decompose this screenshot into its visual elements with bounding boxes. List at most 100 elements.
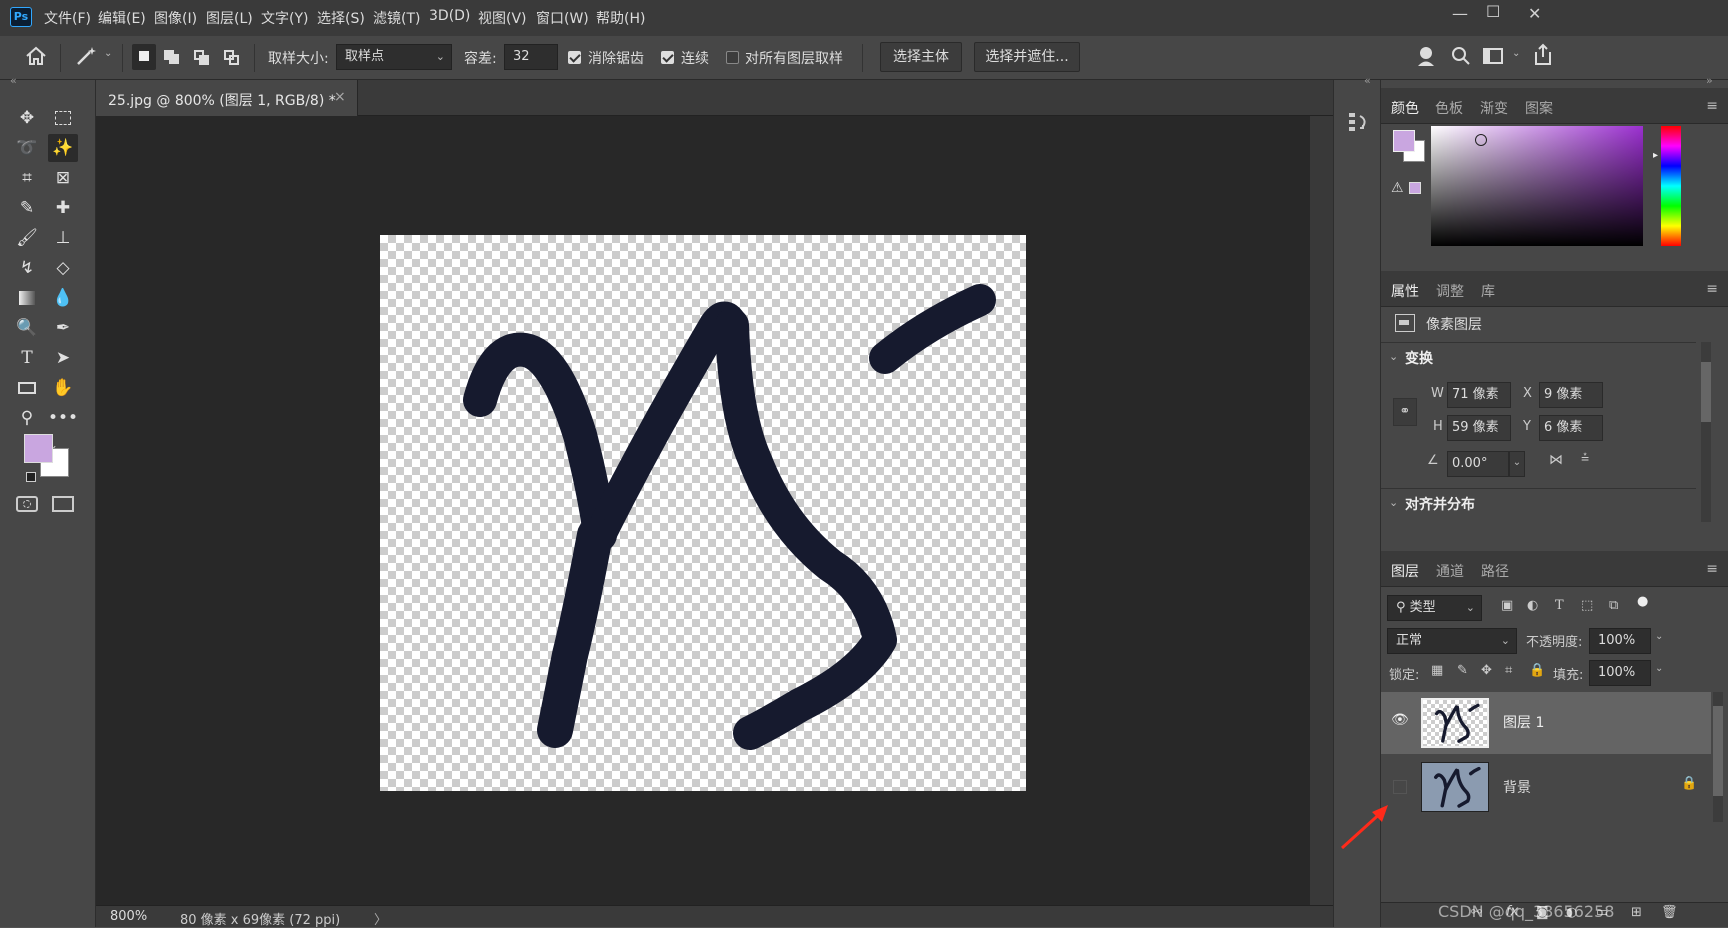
zoom-level[interactable]: 800% — [110, 909, 147, 924]
eraser-tool-icon[interactable]: ◇ — [48, 254, 78, 282]
visibility-toggle-empty[interactable] — [1393, 780, 1407, 794]
filter-toggle-icon[interactable]: ● — [1637, 594, 1648, 609]
contiguous-checkbox[interactable] — [661, 51, 674, 64]
select-subject-button[interactable]: 选择主体 — [880, 42, 962, 72]
menu-3d[interactable]: 3D(D) — [429, 8, 470, 24]
hue-pointer-icon[interactable]: ▸ — [1653, 150, 1658, 161]
more-tools-icon[interactable]: ••• — [48, 404, 78, 432]
sample-size-dropdown[interactable]: 取样点 ⌄ — [336, 44, 452, 70]
y-field[interactable]: 6 像素 — [1539, 415, 1603, 441]
color-fg-swatch[interactable] — [1393, 130, 1415, 152]
workspace-icon[interactable] — [1482, 44, 1504, 68]
document-scrollbar[interactable] — [1310, 116, 1333, 905]
lock-artboard-icon[interactable]: ⌗ — [1505, 663, 1512, 678]
flip-horizontal-icon[interactable]: ⋈ — [1549, 452, 1563, 468]
marquee-tool-icon[interactable] — [48, 104, 78, 132]
link-icon[interactable]: ⚭ — [1393, 398, 1417, 426]
eye-icon[interactable]: 👁 — [1391, 712, 1409, 728]
panel-menu-icon[interactable]: ≡ — [1706, 281, 1718, 297]
tab-patterns[interactable]: 图案 — [1525, 98, 1553, 118]
home-icon[interactable] — [24, 44, 48, 68]
new-selection-button[interactable] — [132, 44, 156, 70]
healing-brush-tool-icon[interactable]: ✚ — [48, 194, 78, 222]
menu-layer[interactable]: 图层(L) — [206, 8, 253, 28]
opacity-chevron-icon[interactable]: ⌄ — [1655, 631, 1663, 642]
gamut-swatch[interactable] — [1409, 182, 1421, 194]
type-tool-icon[interactable]: T — [12, 344, 42, 372]
tab-layers[interactable]: 图层 — [1391, 561, 1419, 581]
rectangle-tool-icon[interactable] — [12, 374, 42, 402]
blend-mode-dropdown[interactable]: 正常 ⌄ — [1387, 628, 1517, 654]
filter-type-icon[interactable]: T — [1555, 598, 1564, 613]
filter-adjustment-icon[interactable]: ◐ — [1527, 598, 1538, 613]
tab-swatches[interactable]: 色板 — [1435, 98, 1463, 118]
transform-section-title[interactable]: 变换 — [1405, 348, 1433, 368]
expand-dock-icon[interactable]: « — [1364, 74, 1371, 87]
panel-menu-icon[interactable]: ≡ — [1706, 561, 1718, 577]
align-chevron-icon[interactable]: ⌄ — [1389, 496, 1398, 509]
tool-preset-chevron-icon[interactable]: ⌄ — [104, 48, 112, 59]
magic-wand-icon[interactable] — [74, 44, 102, 68]
eyedropper-tool-icon[interactable]: ✎ — [12, 194, 42, 222]
menu-image[interactable]: 图像(I) — [154, 8, 197, 28]
image-canvas[interactable] — [380, 235, 1026, 791]
anti-alias-checkbox[interactable] — [568, 51, 581, 64]
screen-mode-icon[interactable] — [52, 496, 74, 512]
path-selection-tool-icon[interactable]: ➤ — [48, 344, 78, 372]
menu-filter[interactable]: 滤镜(T) — [373, 8, 420, 28]
share-icon[interactable] — [1532, 42, 1554, 68]
maximize-button[interactable]: ☐ — [1486, 2, 1500, 21]
tab-adjustments[interactable]: 调整 — [1436, 281, 1464, 301]
collapse-panels-icon[interactable]: » — [1706, 74, 1713, 87]
user-search-icon[interactable] — [1416, 44, 1438, 68]
height-field[interactable]: 59 像素 — [1447, 415, 1511, 441]
layers-scrollbar[interactable] — [1713, 692, 1723, 822]
layer-row[interactable]: 背景 🔒 — [1381, 756, 1711, 818]
search-icon[interactable] — [1450, 44, 1472, 68]
blur-tool-icon[interactable]: 💧 — [48, 284, 78, 312]
angle-field[interactable]: 0.00° — [1447, 451, 1509, 477]
tab-paths[interactable]: 路径 — [1481, 561, 1509, 581]
hue-slider[interactable] — [1661, 126, 1681, 246]
minimize-button[interactable]: — — [1452, 4, 1468, 23]
angle-chevron-icon[interactable]: ⌄ — [1509, 451, 1525, 477]
dodge-tool-icon[interactable]: 🔍 — [12, 314, 42, 342]
lock-all-icon[interactable]: 🔒 — [1529, 663, 1545, 678]
layer-filter-dropdown[interactable]: ⚲ 类型 ⌄ — [1387, 595, 1482, 621]
default-colors-icon[interactable] — [26, 472, 36, 482]
close-button[interactable]: ✕ — [1528, 4, 1541, 23]
lock-position-icon[interactable]: ✥ — [1481, 663, 1492, 678]
menu-select[interactable]: 选择(S) — [317, 8, 365, 28]
layer-name[interactable]: 图层 1 — [1503, 712, 1544, 732]
color-picker-cursor[interactable] — [1475, 134, 1487, 146]
brush-tool-icon[interactable]: 🖌 — [12, 224, 42, 252]
layer-row[interactable]: 👁 图层 1 — [1381, 692, 1711, 754]
menu-file[interactable]: 文件(F) — [44, 8, 91, 28]
filter-pixel-icon[interactable]: ▣ — [1501, 598, 1513, 613]
clone-stamp-tool-icon[interactable]: ⊥ — [48, 224, 78, 252]
x-field[interactable]: 9 像素 — [1539, 382, 1603, 408]
collapse-icon[interactable]: « — [10, 74, 17, 87]
menu-view[interactable]: 视图(V) — [478, 8, 527, 28]
crop-tool-icon[interactable]: ⌗ — [12, 164, 42, 192]
info-arrow-icon[interactable]: 〉 — [374, 909, 387, 928]
layer-name[interactable]: 背景 — [1503, 777, 1531, 797]
lock-transparent-icon[interactable]: ▦ — [1431, 663, 1443, 678]
panel-menu-icon[interactable]: ≡ — [1706, 98, 1718, 114]
tab-color[interactable]: 颜色 — [1391, 98, 1419, 118]
filter-smart-object-icon[interactable]: ⧉ — [1609, 598, 1618, 613]
fill-chevron-icon[interactable]: ⌄ — [1655, 663, 1663, 674]
workspace-chevron-icon[interactable]: ⌄ — [1512, 48, 1520, 59]
delete-layer-icon[interactable]: 🗑 — [1661, 905, 1678, 920]
tab-libraries[interactable]: 库 — [1481, 281, 1495, 301]
magic-wand-tool-icon[interactable]: ✨ — [48, 134, 78, 162]
history-panel-icon[interactable] — [1346, 110, 1370, 134]
menu-window[interactable]: 窗口(W) — [536, 8, 589, 28]
transform-chevron-icon[interactable]: ⌄ — [1389, 350, 1398, 363]
lock-pixels-icon[interactable]: ✎ — [1457, 663, 1468, 678]
all-layers-checkbox[interactable] — [726, 51, 739, 64]
fill-field[interactable]: 100% — [1589, 660, 1651, 686]
lasso-tool-icon[interactable]: ➰ — [12, 134, 42, 162]
menu-edit[interactable]: 编辑(E) — [98, 8, 146, 28]
hand-tool-icon[interactable]: ✋ — [48, 374, 78, 402]
